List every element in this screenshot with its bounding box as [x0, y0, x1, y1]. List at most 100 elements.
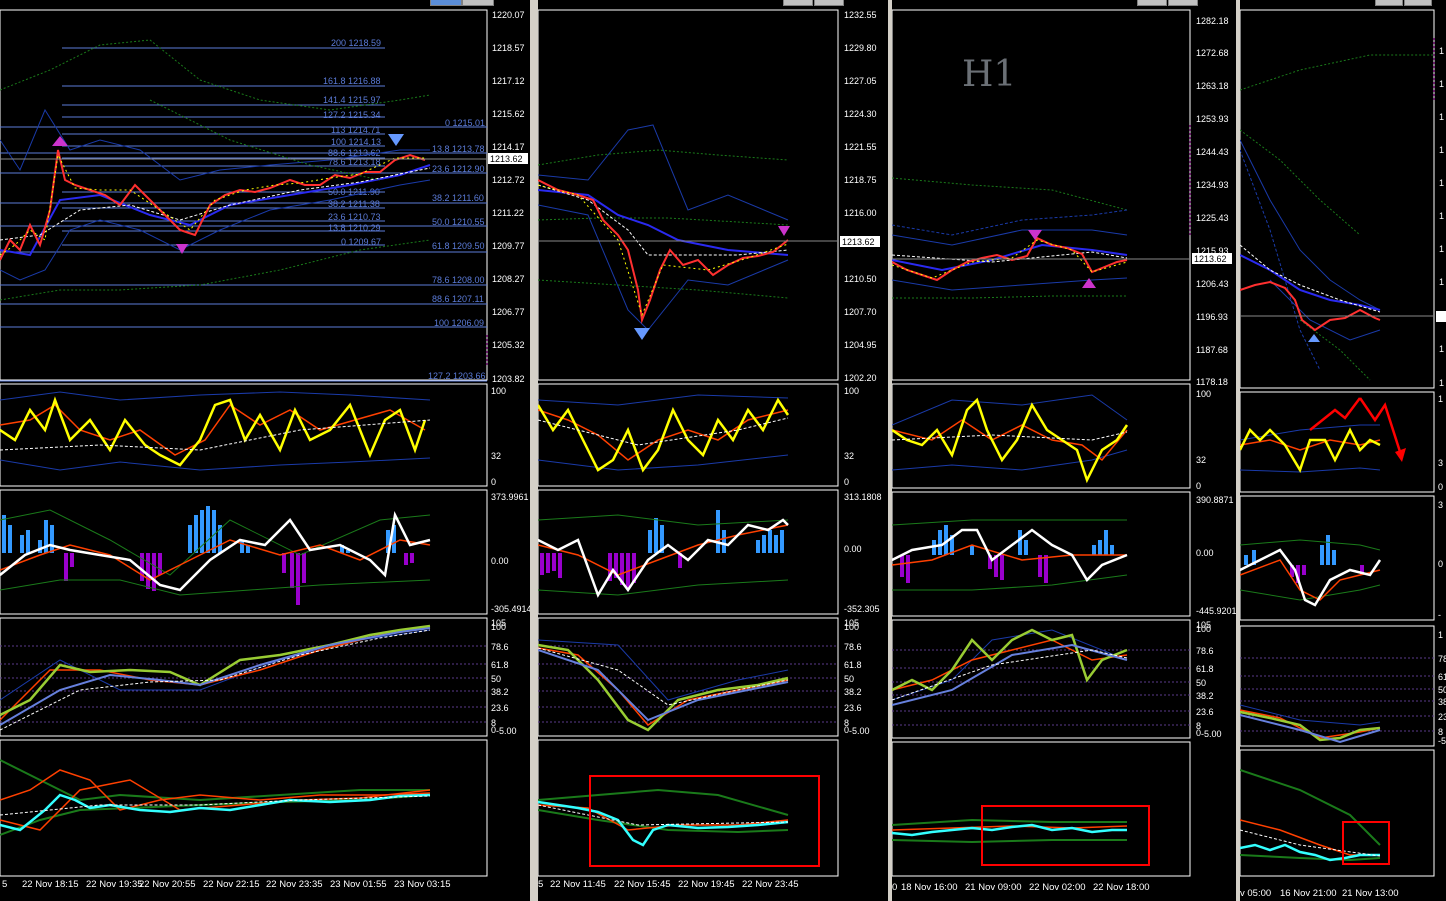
rsi-lines — [538, 394, 790, 473]
window-2-maximize-button[interactable] — [783, 0, 813, 6]
svg-text:161.8 1216.88: 161.8 1216.88 — [323, 76, 381, 86]
svg-text:50: 50 — [1196, 678, 1206, 688]
svg-text:1216.00: 1216.00 — [844, 208, 877, 218]
svg-text:13.8 1213.78: 13.8 1213.78 — [432, 144, 485, 154]
svg-text:22 Nov 22:15: 22 Nov 22:15 — [203, 879, 260, 890]
chart-window-2[interactable]: 1213.62 1232.55 1229.80 1227.05 1224.30 … — [538, 0, 888, 901]
window-4-maximize-button[interactable] — [1375, 0, 1403, 6]
svg-text:23.6: 23.6 — [1196, 707, 1214, 717]
svg-text:1215.62: 1215.62 — [492, 109, 525, 119]
stoch-axis: 105 100 78.6 61.8 50 38.2 23.6 8 0 -5.00 — [844, 618, 870, 736]
svg-text:61.8: 61.8 — [1196, 664, 1214, 674]
svg-text:32: 32 — [844, 451, 854, 461]
svg-text:0: 0 — [1438, 482, 1443, 492]
window-4-close-button[interactable] — [1404, 0, 1432, 6]
svg-text:1244.43: 1244.43 — [1196, 147, 1229, 157]
svg-text:1227.05: 1227.05 — [844, 76, 877, 86]
svg-text:1212.72: 1212.72 — [492, 175, 525, 185]
fibonacci-labels: 200 1218.59 161.8 1216.88 141.4 1215.97 … — [323, 38, 486, 381]
svg-text:1225.43: 1225.43 — [1196, 213, 1229, 223]
window-separator[interactable] — [530, 0, 538, 901]
svg-text:1210.50: 1210.50 — [844, 274, 877, 284]
svg-text:100: 100 — [1196, 389, 1211, 399]
svg-text:21 Nov 13:00: 21 Nov 13:00 — [1342, 888, 1399, 899]
svg-text:1: 1 — [1438, 394, 1443, 404]
window-1-close-button[interactable] — [462, 0, 494, 6]
stoch-axis: 105 100 78.6 61.8 50 38.2 23.6 8 0 -5.00 — [1196, 620, 1222, 739]
chart-window-1[interactable]: 200 1218.59 161.8 1216.88 141.4 1215.97 … — [0, 0, 530, 901]
svg-text:141.4 1215.97: 141.4 1215.97 — [323, 95, 381, 105]
highlight-box[interactable] — [981, 805, 1150, 866]
svg-text:13.8 1210.29: 13.8 1210.29 — [328, 223, 381, 233]
svg-text:22 Nov 23:35: 22 Nov 23:35 — [266, 879, 323, 890]
svg-text:0: 0 — [1438, 559, 1443, 569]
timeframe-label: H1 — [962, 54, 1016, 95]
svg-text:5: 5 — [538, 879, 543, 890]
svg-text:1263.18: 1263.18 — [1196, 81, 1229, 91]
svg-text:1232.55: 1232.55 — [844, 10, 877, 20]
current-price-label: 1213.62 — [842, 237, 875, 247]
svg-text:v 05:00: v 05:00 — [1240, 888, 1271, 899]
svg-text:200 1218.59: 200 1218.59 — [331, 38, 381, 48]
price-pane — [0, 9, 488, 381]
svg-text:1272.68: 1272.68 — [1196, 48, 1229, 58]
fibonacci-levels[interactable] — [0, 47, 487, 382]
svg-text:1211.22: 1211.22 — [492, 208, 524, 218]
svg-text:32: 32 — [1196, 455, 1206, 465]
price-indicators — [1240, 54, 1434, 381]
svg-text:50: 50 — [491, 674, 501, 684]
svg-text:1221.55: 1221.55 — [844, 142, 877, 152]
current-price-label: 1213.62 — [490, 154, 523, 164]
price-axis: 1220.07 1218.57 1217.12 1215.62 1214.17 … — [492, 10, 525, 384]
stoch-levels — [538, 645, 838, 723]
svg-text:100: 100 — [1196, 624, 1211, 634]
svg-text:0: 0 — [892, 882, 897, 893]
svg-text:5: 5 — [2, 879, 7, 890]
svg-text:390.8871: 390.8871 — [1196, 495, 1234, 505]
stoch-lines — [538, 639, 789, 732]
svg-text:22 Nov 19:45: 22 Nov 19:45 — [678, 879, 735, 890]
chart-window-3[interactable]: H1 1213.62 1282.18 1272.68 1263.18 1253.… — [892, 0, 1236, 901]
chart-window-2-canvas: 1213.62 1232.55 1229.80 1227.05 1224.30 … — [538, 9, 882, 890]
svg-text:1: 1 — [1439, 344, 1444, 354]
svg-text:-5.00: -5.00 — [496, 726, 517, 736]
svg-text:38.2: 38.2 — [491, 687, 509, 697]
stoch-pane — [0, 617, 488, 737]
macd-tick: -305.4914 — [491, 604, 530, 614]
svg-text:38.2 1211.60: 38.2 1211.60 — [432, 193, 484, 203]
svg-text:1282.18: 1282.18 — [1196, 16, 1229, 26]
svg-text:3: 3 — [1438, 500, 1443, 510]
hand-drawn-arrow-down[interactable] — [1358, 397, 1404, 459]
svg-text:1207.70: 1207.70 — [844, 307, 877, 317]
svg-text:78.6: 78.6 — [491, 642, 509, 652]
window-2-close-button[interactable] — [814, 0, 844, 6]
macd-tick: 0.00 — [491, 556, 509, 566]
svg-text:-: - — [1438, 610, 1441, 620]
date-axis: 5 22 Nov 11:45 22 Nov 15:45 22 Nov 19:45… — [538, 879, 799, 890]
date-axis: v 05:00 16 Nov 21:00 21 Nov 13:00 — [1240, 888, 1399, 899]
svg-text:100: 100 — [844, 386, 859, 396]
window-3-maximize-button[interactable] — [1137, 0, 1167, 6]
rsi-tick: 100 — [491, 386, 506, 396]
stoch-axis: 105 100 78.6 61.8 50 38.2 23.6 8 0 -5.00 — [491, 618, 517, 736]
stoch-lines — [1240, 704, 1381, 744]
svg-text:1: 1 — [1439, 79, 1444, 89]
svg-text:1203.82: 1203.82 — [492, 374, 525, 384]
svg-text:313.1808: 313.1808 — [844, 492, 882, 502]
svg-text:0 1209.67: 0 1209.67 — [341, 237, 381, 247]
svg-text:38: 38 — [1438, 697, 1446, 707]
svg-text:1224.30: 1224.30 — [844, 109, 877, 119]
window-3-close-button[interactable] — [1168, 0, 1198, 6]
svg-text:61: 61 — [1438, 672, 1446, 682]
chart-window-4[interactable]: 1 1 1 1 1 1 1 1 1 1 1 3 0 3 0 - 1 78 61 … — [1240, 0, 1446, 901]
svg-text:1234.93: 1234.93 — [1196, 180, 1229, 190]
svg-text:1196.93: 1196.93 — [1196, 312, 1228, 322]
price-axis: 1 1 1 1 1 1 1 1 1 1 — [1439, 46, 1444, 388]
window-1-maximize-button[interactable] — [430, 0, 462, 6]
svg-text:0.00: 0.00 — [844, 544, 862, 554]
svg-text:22 Nov 18:15: 22 Nov 18:15 — [22, 879, 79, 890]
candlesticks[interactable] — [538, 179, 789, 324]
svg-text:1: 1 — [1439, 112, 1444, 122]
svg-text:1: 1 — [1439, 378, 1444, 388]
date-axis: 0 18 Nov 16:00 21 Nov 09:00 22 Nov 02:00… — [892, 882, 1150, 893]
